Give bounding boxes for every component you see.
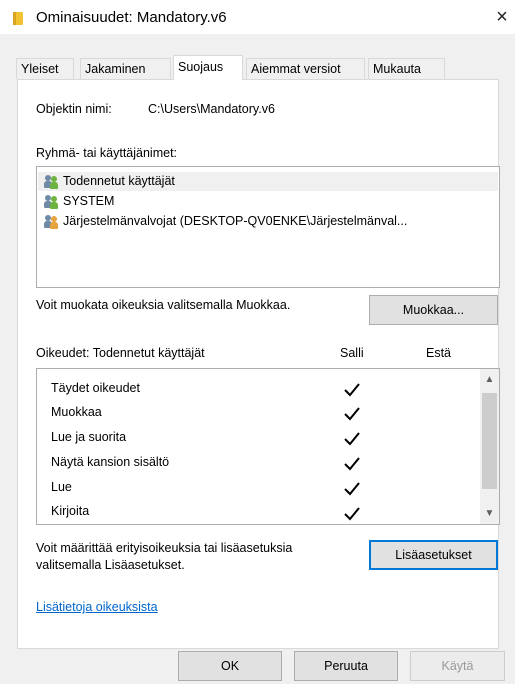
permissions-listbox[interactable]: Täydet oikeudet Muokkaa Lue ja suorita N… <box>36 368 500 525</box>
ok-button[interactable]: OK <box>178 651 282 681</box>
scroll-thumb[interactable] <box>482 393 497 489</box>
permission-row: Lue ja suorita <box>51 427 126 447</box>
deny-header: Estä <box>426 346 452 360</box>
object-name-value: C:\Users\Mandatory.v6 <box>148 102 275 116</box>
permission-name: Lue <box>51 480 72 494</box>
permission-name: Muokkaa <box>51 405 102 419</box>
permission-row: Täydet oikeudet <box>51 378 140 398</box>
permission-row: Näytä kansion sisältö <box>51 452 169 472</box>
more-info-link[interactable]: Lisätietoja oikeuksista <box>36 600 158 614</box>
allow-header: Salli <box>340 346 364 360</box>
group-name: SYSTEM <box>63 194 115 208</box>
group-name: Järjestelmänvalvojat (DESKTOP-QV0ENKE\Jä… <box>63 214 408 228</box>
permissions-label: Oikeudet: Todennetut käyttäjät <box>36 346 205 360</box>
allow-check-icon <box>344 432 360 446</box>
admin-users-icon <box>44 215 60 229</box>
groups-listbox[interactable]: Todennetut käyttäjät SYSTEM Järjestelmän… <box>36 166 500 288</box>
object-name-label: Objektin nimi: <box>36 102 112 116</box>
permission-name: Kirjoita <box>51 504 90 518</box>
allow-check-icon <box>344 507 360 521</box>
edit-hint: Voit muokata oikeuksia valitsemalla Muok… <box>36 298 291 312</box>
scroll-up-icon[interactable]: ▲ <box>481 371 498 388</box>
group-item-todennetut[interactable]: Todennetut käyttäjät <box>38 172 498 191</box>
allow-check-icon <box>344 407 360 421</box>
tab-aiemmat-versiot[interactable]: Aiemmat versiot <box>246 58 365 79</box>
allow-check-icon <box>344 482 360 496</box>
edit-button[interactable]: Muokkaa... <box>369 295 498 325</box>
folder-icon <box>13 12 23 25</box>
tab-suojaus[interactable]: Suojaus <box>173 55 243 80</box>
permission-row: Kirjoita <box>51 501 89 521</box>
title-bar: Ominaisuudet: Mandatory.v6 × <box>0 0 515 34</box>
allow-check-icon <box>344 383 360 397</box>
permission-name: Näytä kansion sisältö <box>51 455 170 469</box>
permissions-scrollbar[interactable]: ▲ ▼ <box>480 369 499 524</box>
users-icon <box>44 175 60 189</box>
permission-name: Lue ja suorita <box>51 430 127 444</box>
advanced-hint-line2: valitsemalla Lisäasetukset. <box>36 558 185 572</box>
advanced-hint-line1: Voit määrittää erityisoikeuksia tai lisä… <box>36 541 293 555</box>
apply-button[interactable]: Käytä <box>410 651 505 681</box>
tab-mukauta[interactable]: Mukauta <box>368 58 445 79</box>
permission-row: Lue <box>51 477 72 497</box>
groups-label: Ryhmä- tai käyttäjänimet: <box>36 146 178 160</box>
group-name: Todennetut käyttäjät <box>63 174 175 188</box>
scroll-down-icon[interactable]: ▼ <box>481 505 498 522</box>
tab-jakaminen[interactable]: Jakaminen <box>80 58 171 79</box>
users-icon <box>44 195 60 209</box>
group-item-system[interactable]: SYSTEM <box>38 192 498 211</box>
group-item-administrators[interactable]: Järjestelmänvalvojat (DESKTOP-QV0ENKE\Jä… <box>38 212 498 231</box>
permission-row: Muokkaa <box>51 402 102 422</box>
tab-yleiset[interactable]: Yleiset <box>16 58 74 79</box>
window-title: Ominaisuudet: Mandatory.v6 <box>36 9 227 26</box>
cancel-button[interactable]: Peruuta <box>294 651 398 681</box>
permission-name: Täydet oikeudet <box>51 381 140 395</box>
advanced-button[interactable]: Lisäasetukset <box>369 540 498 570</box>
allow-check-icon <box>344 457 360 471</box>
close-icon[interactable]: × <box>491 4 513 30</box>
